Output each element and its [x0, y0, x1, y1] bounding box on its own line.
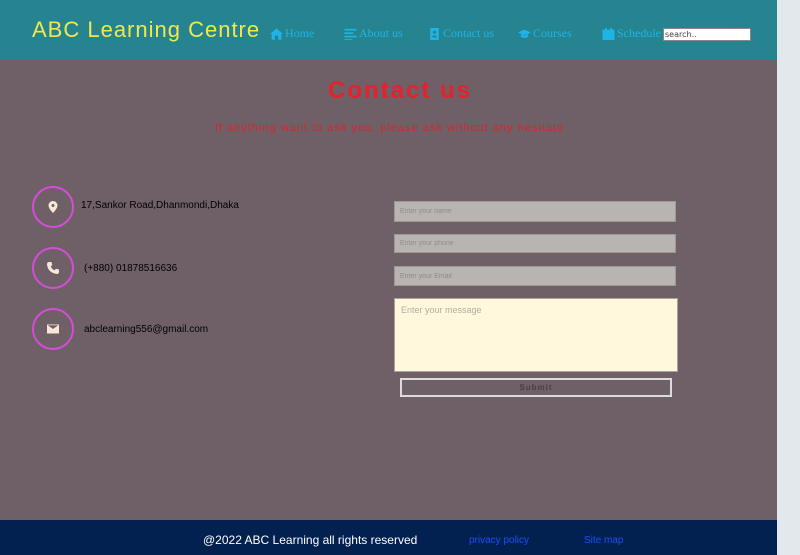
contact-card-icon [430, 27, 439, 40]
address-circle [32, 186, 74, 228]
contact-address: 17,Sankor Road,Dhanmondi,Dhaka [32, 186, 239, 228]
nav-home-label: Home [285, 26, 315, 40]
phone-text: (+880) 01878516636 [84, 262, 178, 274]
nav-home[interactable]: Home [270, 26, 314, 41]
list-icon [344, 28, 357, 40]
page-title: Contact us [327, 77, 472, 104]
phone-circle [32, 247, 74, 289]
nav-contact[interactable]: Contact us [428, 26, 494, 41]
footer: @2022 ABC Learning all rights reserved p… [0, 520, 777, 555]
brand-title: ABC Learning Centre [32, 17, 261, 42]
privacy-policy-link[interactable]: privacy policy [469, 535, 529, 546]
site-map-link[interactable]: Site map [584, 535, 623, 546]
phone-icon [47, 262, 59, 274]
email-text: abclearning556@gmail.com [84, 323, 209, 335]
phone-field[interactable] [394, 234, 676, 253]
location-pin-icon [48, 201, 58, 213]
graduation-cap-icon [518, 29, 531, 38]
nav-about[interactable]: About us [344, 26, 403, 41]
email-circle [32, 308, 74, 350]
submit-button[interactable]: Submit [400, 378, 672, 397]
navbar: ABC Learning Centre Home About us Contac… [0, 0, 777, 60]
address-text: 17,Sankor Road,Dhanmondi,Dhaka [81, 199, 239, 211]
nav-schedule-label: Schedule [617, 26, 661, 40]
nav-courses-label: Courses [533, 26, 572, 40]
name-field[interactable] [394, 201, 676, 222]
nav-courses[interactable]: Courses [518, 26, 572, 41]
nav-contact-label: Contact us [443, 26, 494, 40]
copyright-text: @2022 ABC Learning all rights reserved [203, 533, 418, 547]
envelope-icon [47, 324, 59, 334]
nav-schedule[interactable]: Schedule [602, 26, 661, 41]
contact-phone: (+880) 01878516636 [32, 247, 177, 289]
message-field[interactable] [394, 298, 678, 372]
home-icon [270, 27, 283, 40]
email-field[interactable] [394, 266, 676, 286]
search-input[interactable] [663, 28, 751, 41]
page-subtitle: If anything want to ask you, please ask … [214, 122, 565, 134]
nav-about-label: About us [359, 26, 403, 40]
contact-email: abclearning556@gmail.com [32, 308, 208, 350]
calendar-icon [602, 27, 615, 40]
